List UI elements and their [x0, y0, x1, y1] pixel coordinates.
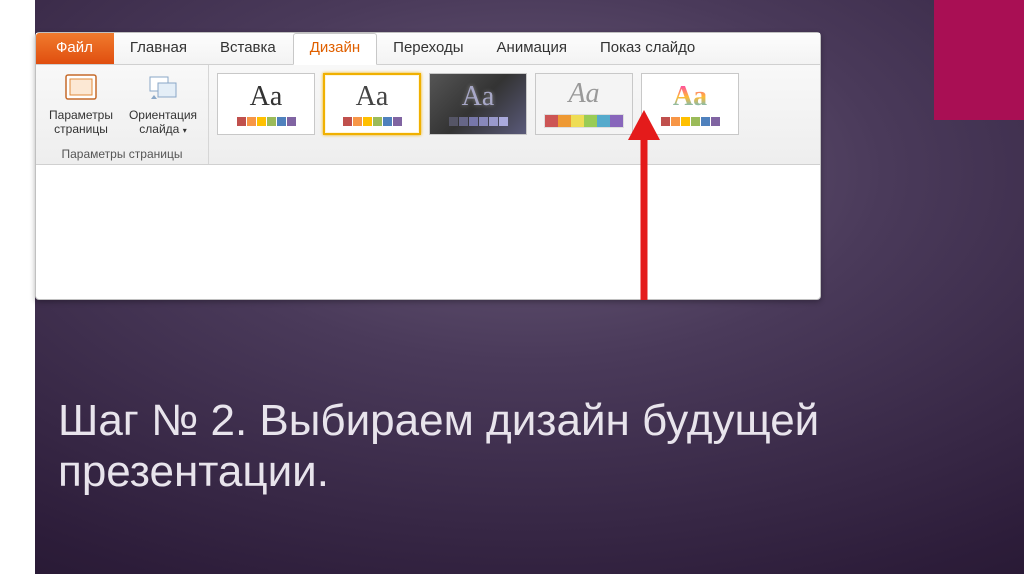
- theme-sample-text: Aa: [568, 80, 599, 108]
- slide-orientation-label: Ориентация слайда ▾: [126, 108, 200, 137]
- ribbon-tabs: Файл Главная Вставка Дизайн Переходы Ани…: [36, 33, 820, 65]
- slide-orientation-button[interactable]: Ориентация слайда ▾: [124, 69, 202, 145]
- theme-option-3[interactable]: Aa: [429, 73, 527, 135]
- themes-gallery: Aa Aa Aa Aa Aa: [209, 65, 747, 164]
- slide-orientation-icon: [146, 71, 180, 105]
- theme-swatches: [544, 114, 624, 128]
- theme-swatches: [661, 117, 720, 126]
- theme-sample-text: Aa: [250, 83, 283, 111]
- tab-design[interactable]: Дизайн: [293, 33, 377, 65]
- page-params-button[interactable]: Параметры страницы: [42, 69, 120, 145]
- page-params-icon: [64, 71, 98, 105]
- theme-option-2-selected[interactable]: Aa: [323, 73, 421, 135]
- accent-corner: [934, 0, 1024, 120]
- tab-file[interactable]: Файл: [36, 33, 114, 64]
- slide-caption: Шаг № 2. Выбираем дизайн будущей презент…: [58, 396, 958, 497]
- theme-sample-text: Aa: [356, 83, 389, 111]
- theme-option-5[interactable]: Aa: [641, 73, 739, 135]
- tab-slideshow[interactable]: Показ слайдо: [584, 33, 712, 64]
- theme-sample-text: Aa: [462, 83, 495, 111]
- group-page-setup: Параметры страницы Ориентация слайда ▾ П…: [36, 65, 209, 164]
- group-title-page-setup: Параметры страницы: [62, 145, 183, 164]
- ribbon-content: Параметры страницы Ориентация слайда ▾ П…: [36, 65, 820, 165]
- tab-home[interactable]: Главная: [114, 33, 204, 64]
- theme-option-1[interactable]: Aa: [217, 73, 315, 135]
- theme-option-4[interactable]: Aa: [535, 73, 633, 135]
- tab-transitions[interactable]: Переходы: [377, 33, 480, 64]
- theme-swatches: [449, 117, 508, 126]
- powerpoint-ribbon-window: Файл Главная Вставка Дизайн Переходы Ани…: [35, 32, 821, 300]
- page-params-label: Параметры страницы: [44, 108, 118, 137]
- tab-animation[interactable]: Анимация: [481, 33, 584, 64]
- theme-swatches: [343, 117, 402, 126]
- theme-swatches: [237, 117, 296, 126]
- caption-line-2: презентации.: [58, 447, 329, 496]
- caption-line-1: Шаг № 2. Выбираем дизайн будущей: [58, 396, 819, 445]
- theme-sample-text: Aa: [673, 83, 707, 111]
- tab-insert[interactable]: Вставка: [204, 33, 293, 64]
